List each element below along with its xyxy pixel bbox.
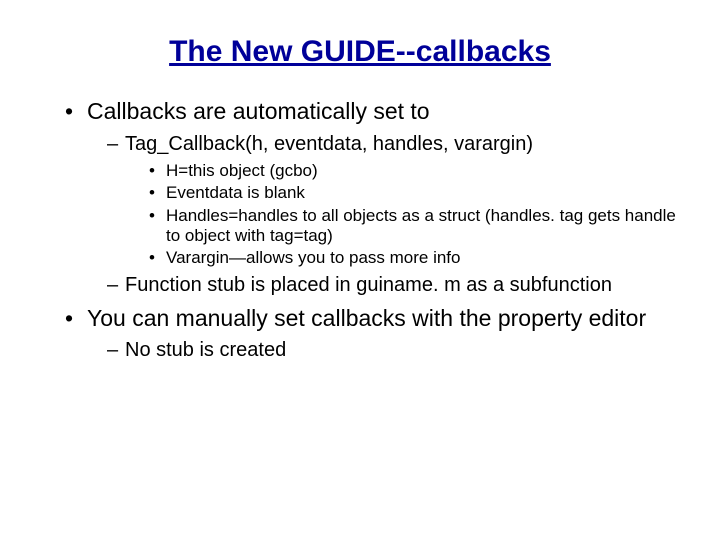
list-item: Varargin—allows you to pass more info [149,248,680,268]
bullet-text: H=this object (gcbo) [166,161,318,180]
sub-list: No stub is created [87,338,680,363]
bullet-text: You can manually set callbacks with the … [87,305,646,331]
bullet-text: Eventdata is blank [166,183,305,202]
list-item: H=this object (gcbo) [149,161,680,181]
bullet-text: Callbacks are automatically set to [87,98,430,124]
list-item: Function stub is placed in guiname. m as… [107,273,680,298]
bullet-text: Tag_Callback(h, eventdata, handles, vara… [125,133,533,155]
list-item: Eventdata is blank [149,183,680,203]
bullet-list: Callbacks are automatically set to Tag_C… [40,97,680,363]
list-item: Tag_Callback(h, eventdata, handles, vara… [107,132,680,269]
bullet-text: Function stub is placed in guiname. m as… [125,274,612,296]
list-item: You can manually set callbacks with the … [65,304,680,364]
list-item: Callbacks are automatically set to Tag_C… [65,97,680,298]
list-item: Handles=handles to all objects as a stru… [149,206,680,247]
bullet-text: Varargin—allows you to pass more info [166,248,461,267]
sub-sub-list: H=this object (gcbo) Eventdata is blank … [125,161,680,269]
bullet-text: Handles=handles to all objects as a stru… [166,206,676,245]
bullet-text: No stub is created [125,339,286,361]
slide-title: The New GUIDE--callbacks [40,35,680,69]
sub-list: Tag_Callback(h, eventdata, handles, vara… [87,132,680,298]
list-item: No stub is created [107,338,680,363]
